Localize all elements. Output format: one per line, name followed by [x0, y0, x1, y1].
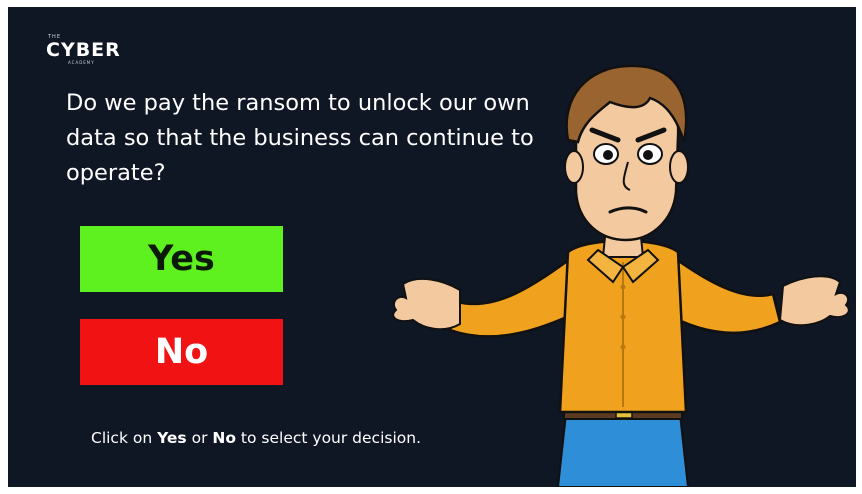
hint-middle: or	[186, 429, 213, 447]
shrugging-man-illustration	[392, 64, 850, 487]
no-button[interactable]: No	[80, 319, 283, 385]
hint-yes: Yes	[157, 429, 187, 447]
hint-no: No	[212, 429, 236, 447]
decision-slide: THE CYBER ACADEMY Do we pay the ransom t…	[8, 7, 856, 487]
instruction-text: Click on Yes or No to select your decisi…	[91, 429, 421, 447]
no-button-label: No	[154, 332, 209, 372]
cyber-academy-logo: CYBER	[46, 39, 121, 61]
yes-button-label: Yes	[148, 239, 215, 279]
hint-prefix: Click on	[91, 429, 158, 447]
logo-bottom-text: ACADEMY	[68, 60, 95, 65]
yes-button[interactable]: Yes	[80, 226, 283, 292]
